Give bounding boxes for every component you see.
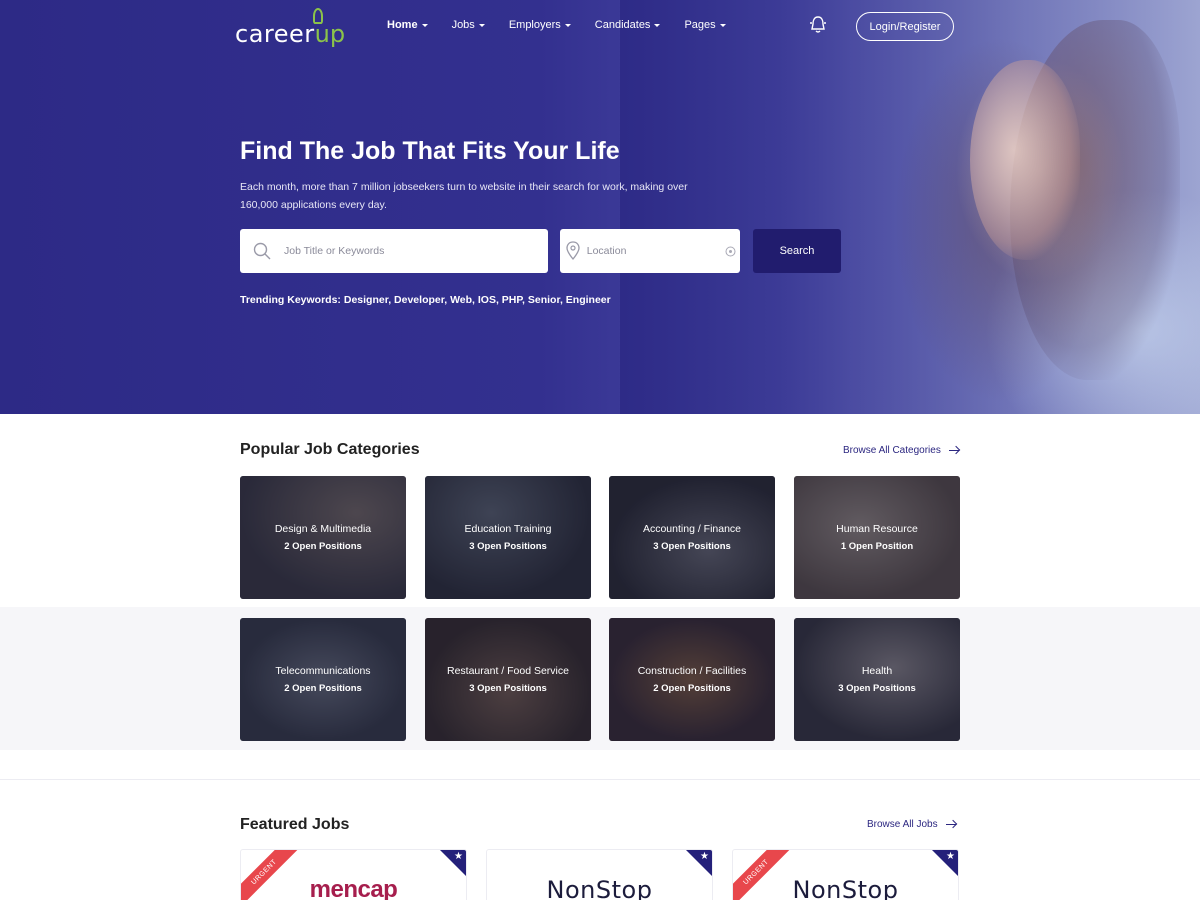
category-card-construction[interactable]: Construction / Facilities 2 Open Positio… <box>609 618 775 741</box>
map-pin-icon <box>560 229 587 273</box>
hero-title: Find The Job That Fits Your Life <box>240 137 620 165</box>
trending-keyword-list[interactable]: Designer, Developer, Web, IOS, PHP, Seni… <box>344 294 611 306</box>
section-divider <box>0 779 1200 780</box>
job-card[interactable]: URGENT ★ mencap <box>240 849 467 900</box>
categories-title: Popular Job Categories <box>240 441 420 458</box>
star-icon[interactable]: ★ <box>700 851 709 862</box>
category-open-positions: 3 Open Positions <box>469 541 547 552</box>
category-card-restaurant[interactable]: Restaurant / Food Service 3 Open Positio… <box>425 618 591 741</box>
search-icon <box>240 229 284 273</box>
site-logo[interactable]: career up <box>235 14 345 48</box>
category-open-positions: 3 Open Positions <box>653 541 731 552</box>
nav-label: Pages <box>684 19 716 31</box>
trending-keywords: Trending Keywords: Designer, Developer, … <box>240 294 611 306</box>
nav-item-employers[interactable]: Employers <box>509 19 571 31</box>
category-card-education[interactable]: Education Training 3 Open Positions <box>425 476 591 599</box>
category-open-positions: 1 Open Position <box>840 541 914 552</box>
category-name: Health <box>861 665 893 677</box>
category-name: Human Resource <box>836 523 918 535</box>
job-card[interactable]: URGENT ★ NonStop <box>732 849 959 900</box>
nav-label: Employers <box>508 19 561 31</box>
hero-photo-face <box>970 60 1080 260</box>
chevron-down-icon <box>421 23 428 27</box>
company-logo: NonStop <box>792 876 899 900</box>
category-open-positions: 2 Open Positions <box>653 683 731 694</box>
category-card-health[interactable]: Health 3 Open Positions <box>794 618 960 741</box>
search-button[interactable]: Search <box>753 229 841 273</box>
browse-jobs-link[interactable]: Browse All Jobs <box>867 819 956 830</box>
company-logo: NonStop <box>546 876 653 900</box>
star-icon[interactable]: ★ <box>946 851 955 862</box>
browse-jobs-label: Browse All Jobs <box>867 819 938 830</box>
category-name: Restaurant / Food Service <box>447 665 569 677</box>
logo-text: career <box>235 20 315 48</box>
category-open-positions: 2 Open Positions <box>284 683 362 694</box>
category-name: Education Training <box>464 523 552 535</box>
star-icon[interactable]: ★ <box>454 851 463 862</box>
logo-text-accent: up <box>314 20 346 48</box>
bell-icon[interactable] <box>808 15 828 35</box>
category-card-human-resource[interactable]: Human Resource 1 Open Position <box>794 476 960 599</box>
category-name: Accounting / Finance <box>642 523 742 535</box>
arrow-right-icon <box>948 450 959 451</box>
main-nav: Home Jobs Employers Candidates Pages <box>387 19 750 31</box>
nav-label: Home <box>387 19 418 31</box>
nav-item-home[interactable]: Home <box>387 19 428 31</box>
nav-item-jobs[interactable]: Jobs <box>452 19 485 31</box>
nav-item-candidates[interactable]: Candidates <box>595 19 661 31</box>
featured-jobs-title: Featured Jobs <box>240 816 350 833</box>
category-open-positions: 3 Open Positions <box>838 683 916 694</box>
category-card-design[interactable]: Design & Multimedia 2 Open Positions <box>240 476 406 599</box>
nav-label: Jobs <box>451 19 475 31</box>
location-input[interactable] <box>586 229 722 273</box>
job-card[interactable]: ★ NonStop <box>486 849 713 900</box>
nav-label: Candidates <box>594 19 651 31</box>
category-card-telecommunications[interactable]: Telecommunications 2 Open Positions <box>240 618 406 741</box>
chevron-down-icon <box>478 23 485 27</box>
browse-categories-label: Browse All Categories <box>843 445 941 456</box>
category-name: Design & Multimedia <box>274 523 372 535</box>
category-open-positions: 3 Open Positions <box>469 683 547 694</box>
category-card-accounting[interactable]: Accounting / Finance 3 Open Positions <box>609 476 775 599</box>
keyword-search-box <box>240 229 548 273</box>
hero-subtitle: Each month, more than 7 million jobseeke… <box>240 181 688 211</box>
trending-label: Trending Keywords: <box>240 294 341 306</box>
company-logo: mencap <box>309 876 398 900</box>
section-background <box>0 607 1200 750</box>
browse-categories-link[interactable]: Browse All Categories <box>843 445 959 456</box>
nav-item-pages[interactable]: Pages <box>684 19 726 31</box>
chevron-down-icon <box>564 23 571 27</box>
category-name: Telecommunications <box>275 665 371 677</box>
keyword-input[interactable] <box>284 229 548 273</box>
category-name: Construction / Facilities <box>637 665 747 677</box>
chevron-down-icon <box>719 23 726 27</box>
category-open-positions: 2 Open Positions <box>284 541 362 552</box>
rocket-icon <box>313 8 323 24</box>
location-search-box <box>560 229 740 273</box>
chevron-down-icon <box>654 23 661 27</box>
arrow-right-icon <box>945 824 956 825</box>
locate-icon[interactable] <box>722 229 740 273</box>
login-register-button[interactable]: Login/Register <box>856 12 954 41</box>
